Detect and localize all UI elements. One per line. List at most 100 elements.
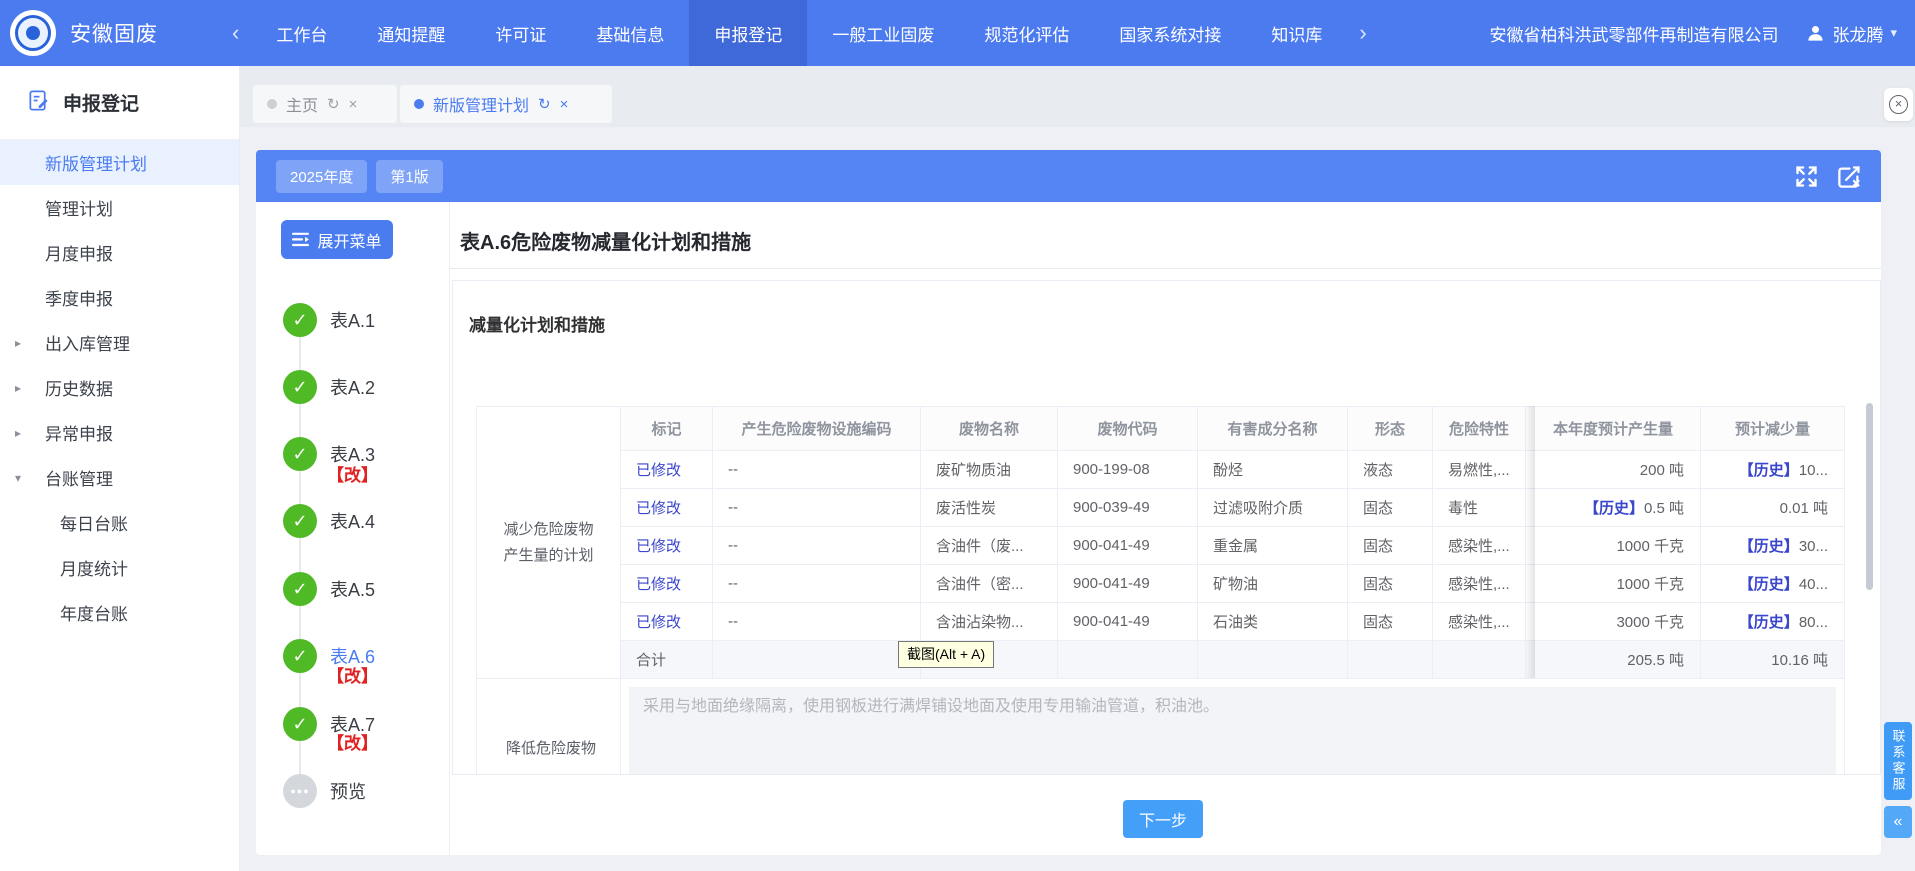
- app-logo-icon: [10, 10, 56, 56]
- sidebar-title: 申报登记: [63, 89, 139, 116]
- tab-status-dot: [267, 99, 277, 109]
- sidebar-item-monthly-declaration[interactable]: 月度申报: [0, 230, 239, 275]
- tab-label: 主页: [286, 92, 318, 116]
- nav-item-declaration[interactable]: 申报登记: [689, 0, 807, 66]
- user-name: 张龙腾: [1832, 21, 1883, 46]
- nav-item-workbench[interactable]: 工作台: [251, 0, 352, 66]
- sidebar-item-abnormal-declaration[interactable]: ▸异常申报: [0, 410, 239, 455]
- version-badge: 第1版: [376, 160, 442, 193]
- caret-right-icon: ▸: [15, 426, 21, 440]
- screenshot-tooltip: 截图(Alt + A): [898, 641, 994, 668]
- col-waste-code: 废物代码: [1058, 407, 1198, 451]
- nav-item-license[interactable]: 许可证: [470, 0, 571, 66]
- total-output: 205.5 吨: [1526, 641, 1701, 679]
- sidebar-item-ledger-management[interactable]: ▾台账管理: [0, 455, 239, 500]
- sidebar-item-monthly-statistics[interactable]: 月度统计: [0, 545, 239, 590]
- tab-close-icon[interactable]: ×: [349, 96, 358, 113]
- step-preview[interactable]: ●●●预览: [283, 774, 366, 808]
- table-row: 已修改 -- 废矿物质油 900-199-08 酚烃 液态 易燃性,... 20…: [477, 451, 1845, 489]
- fullscreen-icon[interactable]: [1793, 163, 1820, 190]
- reduction-plan-section: 减量化计划和措施 减少危险废物产生量的计划 标记 产生危险废物设施编码 废物名称: [452, 280, 1881, 775]
- nav-item-knowledge-base[interactable]: 知识库: [1246, 0, 1347, 66]
- row-group2-label: 降低危险废物: [477, 679, 621, 776]
- contact-support-button[interactable]: 联系客服: [1884, 722, 1912, 800]
- nav-item-standardization-assessment[interactable]: 规范化评估: [959, 0, 1094, 66]
- scrollbar-thumb[interactable]: [1866, 403, 1873, 590]
- section-title: 减量化计划和措施: [469, 311, 605, 336]
- table-header-row: 减少危险废物产生量的计划 标记 产生危险废物设施编码 废物名称 废物代码 有害成…: [477, 407, 1845, 451]
- collapse-sidebar-button[interactable]: «: [1884, 806, 1912, 838]
- step-changed-flag: 【改】: [327, 729, 378, 754]
- nav-item-basic-info[interactable]: 基础信息: [571, 0, 689, 66]
- history-tag[interactable]: 【历史】: [1584, 500, 1644, 517]
- col-waste-name: 废物名称: [921, 407, 1058, 451]
- measures-textarea[interactable]: 采用与地面绝缘隔离，使用钢板进行满焊铺设地面及使用专用输油管道，积油池。: [629, 687, 1836, 775]
- col-expected-output: 本年度预计产生量: [1526, 407, 1701, 451]
- history-tag[interactable]: 【历史】: [1739, 576, 1799, 593]
- tab-refresh-icon[interactable]: ↻: [327, 95, 340, 113]
- caret-right-icon: ▸: [15, 381, 21, 395]
- top-navbar: 安徽固废 ‹ 工作台 通知提醒 许可证 基础信息 申报登记 一般工业固废 规范化…: [0, 0, 1915, 66]
- sidebar-item-history-data[interactable]: ▸历史数据: [0, 365, 239, 410]
- user-menu[interactable]: 张龙腾 ▾: [1806, 21, 1897, 46]
- history-tag[interactable]: 【历史】: [1739, 538, 1799, 555]
- nav-scroll-right-icon[interactable]: ›: [1347, 20, 1378, 46]
- sidebar-item-new-management-plan[interactable]: 新版管理计划: [0, 140, 239, 185]
- col-expected-reduction: 预计减少量: [1701, 407, 1845, 451]
- nav-item-general-industrial-waste[interactable]: 一般工业固废: [807, 0, 959, 66]
- history-tag[interactable]: 【历史】: [1739, 462, 1799, 479]
- page-title: 表A.6危险废物减量化计划和措施: [460, 226, 751, 255]
- table-group2-row: 降低危险废物 采用与地面绝缘隔离，使用钢板进行满焊铺设地面及使用专用输油管道，积…: [477, 679, 1845, 776]
- table-row: 已修改 -- 含油件（密... 900-041-49 矿物油 固态 感染性,..…: [477, 565, 1845, 603]
- sidebar-item-annual-ledger[interactable]: 年度台账: [0, 590, 239, 635]
- expand-menu-button[interactable]: 展开菜单: [281, 220, 393, 259]
- circled-close-icon: ×: [1889, 95, 1908, 114]
- step-table-a2[interactable]: ✓表A.2: [283, 370, 375, 404]
- step-check-icon: ✓: [283, 303, 317, 337]
- col-mark: 标记: [621, 407, 713, 451]
- plan-toolbar: 2025年度 第1版: [256, 150, 1881, 202]
- nav-item-notifications[interactable]: 通知提醒: [352, 0, 470, 66]
- total-reduce: 10.16 吨: [1701, 641, 1845, 679]
- table-total-row: 合计 205.5 吨 10.16 吨: [477, 641, 1845, 679]
- caret-down-icon: ▾: [15, 471, 21, 485]
- edit-cancel-icon[interactable]: [1836, 163, 1863, 190]
- table-row: 已修改 -- 含油件（废... 900-041-49 重金属 固态 感染性,..…: [477, 527, 1845, 565]
- app-root: 安徽固废 ‹ 工作台 通知提醒 许可证 基础信息 申报登记 一般工业固废 规范化…: [0, 0, 1915, 871]
- modified-link[interactable]: 已修改: [636, 576, 681, 593]
- col-form: 形态: [1348, 407, 1433, 451]
- user-icon: [1806, 24, 1825, 43]
- sidebar-item-quarterly-declaration[interactable]: 季度申报: [0, 275, 239, 320]
- card-body: 展开菜单 ✓表A.1 ✓表A.2 ✓表A.3 【改】 ✓表A.4 ✓表A.5 ✓…: [256, 202, 1881, 855]
- nav-item-national-system[interactable]: 国家系统对接: [1094, 0, 1246, 66]
- close-all-tabs-button[interactable]: ×: [1884, 88, 1913, 121]
- modified-link[interactable]: 已修改: [636, 614, 681, 631]
- sidebar-item-daily-ledger[interactable]: 每日台账: [0, 500, 239, 545]
- modified-link[interactable]: 已修改: [636, 500, 681, 517]
- left-sidebar: 申报登记 新版管理计划 管理计划 月度申报 季度申报 ▸出入库管理 ▸历史数据 …: [0, 66, 240, 871]
- tab-refresh-icon[interactable]: ↻: [538, 95, 551, 113]
- row-group-label: 减少危险废物产生量的计划: [477, 407, 621, 679]
- reduction-plan-table: 减少危险废物产生量的计划 标记 产生危险废物设施编码 废物名称 废物代码 有害成…: [476, 406, 1845, 775]
- tab-home[interactable]: 主页 ↻ ×: [253, 85, 397, 123]
- modified-link[interactable]: 已修改: [636, 462, 681, 479]
- next-step-button[interactable]: 下一步: [1123, 800, 1203, 838]
- navbar-right: 安徽省柏科洪武零部件再制造有限公司 张龙腾 ▾: [1489, 21, 1915, 46]
- panel-divider: [449, 202, 450, 855]
- step-check-icon: ✓: [283, 370, 317, 404]
- sidebar-item-management-plan[interactable]: 管理计划: [0, 185, 239, 230]
- title-divider: [449, 268, 1881, 269]
- col-facility-code: 产生危险废物设施编码: [713, 407, 921, 451]
- history-tag[interactable]: 【历史】: [1739, 614, 1799, 631]
- step-table-a4[interactable]: ✓表A.4: [283, 504, 375, 538]
- table-row: 已修改 -- 含油沾染物... 900-041-49 石油类 固态 感染性,..…: [477, 603, 1845, 641]
- tab-close-icon[interactable]: ×: [560, 96, 569, 113]
- step-check-icon: ✓: [283, 707, 317, 741]
- nav-scroll-left-icon[interactable]: ‹: [220, 20, 251, 46]
- modified-link[interactable]: 已修改: [636, 538, 681, 555]
- step-table-a5[interactable]: ✓表A.5: [283, 572, 375, 606]
- tab-new-management-plan[interactable]: 新版管理计划 ↻ ×: [400, 85, 612, 123]
- sidebar-item-inventory-management[interactable]: ▸出入库管理: [0, 320, 239, 365]
- step-table-a1[interactable]: ✓表A.1: [283, 303, 375, 337]
- step-check-icon: ✓: [283, 572, 317, 606]
